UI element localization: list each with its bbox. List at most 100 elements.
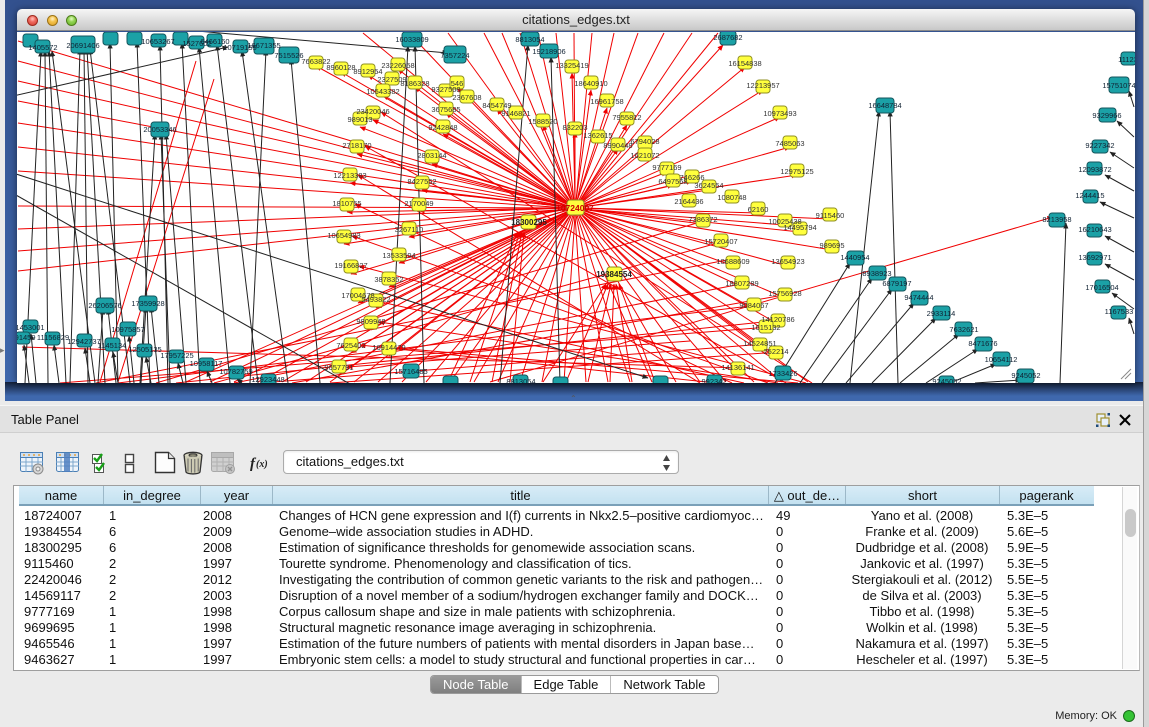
svg-text:23226058: 23226058 xyxy=(381,61,414,70)
svg-text:1453001: 1453001 xyxy=(17,323,45,332)
svg-text:3624554: 3624554 xyxy=(694,181,723,190)
svg-text:19166827: 19166827 xyxy=(334,261,367,270)
svg-text:10543382: 10543382 xyxy=(366,87,399,96)
svg-text:13654923: 13654923 xyxy=(771,257,804,266)
svg-text:10975857: 10975857 xyxy=(111,325,144,334)
svg-text:2170049: 2170049 xyxy=(404,199,433,208)
svg-text:(x): (x) xyxy=(256,459,268,470)
svg-text:1588520: 1588520 xyxy=(528,117,557,126)
svg-text:10654983: 10654983 xyxy=(327,231,360,240)
svg-text:2687682: 2687682 xyxy=(713,33,742,42)
svg-text:10782759: 10782759 xyxy=(219,367,252,376)
svg-text:1810755: 1810755 xyxy=(332,199,361,208)
svg-text:8990448: 8990448 xyxy=(603,141,632,150)
svg-text:12942737: 12942737 xyxy=(67,337,100,346)
svg-text:2803144: 2803144 xyxy=(417,151,446,160)
svg-text:3878352: 3878352 xyxy=(374,275,403,284)
svg-text:12213957: 12213957 xyxy=(746,81,779,90)
svg-text:9084067: 9084067 xyxy=(739,301,768,310)
svg-text:991459: 991459 xyxy=(17,333,36,342)
svg-text:11123: 11123 xyxy=(1118,55,1135,64)
svg-text:989013: 989013 xyxy=(347,115,372,124)
svg-text:15751074: 15751074 xyxy=(1102,81,1135,90)
svg-text:11156829: 11156829 xyxy=(37,333,69,342)
svg-text:1440954: 1440954 xyxy=(840,253,869,262)
svg-text:8938923: 8938923 xyxy=(862,269,891,278)
svg-text:15716485: 15716485 xyxy=(394,367,427,376)
svg-text:546: 546 xyxy=(451,79,464,88)
svg-text:7955812: 7955812 xyxy=(612,113,641,122)
svg-text:9146821: 9146821 xyxy=(501,109,530,118)
svg-text:8213958: 8213958 xyxy=(1042,215,1071,224)
svg-text:16033809: 16033809 xyxy=(395,35,428,44)
svg-text:989695: 989695 xyxy=(819,241,844,250)
svg-text:1167533: 1167533 xyxy=(1105,307,1134,316)
svg-text:1362615: 1362615 xyxy=(583,131,612,140)
svg-text:2164436: 2164436 xyxy=(674,197,703,206)
svg-text:16154838: 16154838 xyxy=(728,59,761,68)
svg-text:7386372: 7386372 xyxy=(688,215,717,224)
svg-text:8427552: 8427552 xyxy=(407,177,436,186)
svg-text:20691406: 20691406 xyxy=(66,41,99,50)
svg-text:1405572: 1405572 xyxy=(28,43,57,52)
svg-text:18640910: 18640910 xyxy=(574,79,607,88)
svg-text:1621072: 1621072 xyxy=(630,151,659,160)
svg-text:13325419: 13325419 xyxy=(555,61,588,70)
svg-text:12093872: 12093872 xyxy=(1078,165,1111,174)
svg-text:17359928: 17359928 xyxy=(131,299,164,308)
svg-text:7515526: 7515526 xyxy=(274,51,303,60)
svg-text:7625402: 7625402 xyxy=(336,341,365,350)
svg-text:10654112: 10654112 xyxy=(985,355,1018,364)
svg-text:1244415: 1244415 xyxy=(1075,191,1104,200)
svg-text:2718170: 2718170 xyxy=(342,141,371,150)
svg-text:15756928: 15756928 xyxy=(768,289,801,298)
svg-text:1080748: 1080748 xyxy=(717,193,746,202)
svg-text:16914479: 16914479 xyxy=(372,343,405,352)
svg-text:14495794: 14495794 xyxy=(783,223,816,232)
svg-text:252214: 252214 xyxy=(763,347,788,356)
svg-text:10958117: 10958117 xyxy=(190,359,223,368)
svg-text:26206576: 26206576 xyxy=(88,301,121,310)
svg-text:8471676: 8471676 xyxy=(968,339,997,348)
svg-text:10653267: 10653267 xyxy=(141,37,174,46)
svg-text:3267110: 3267110 xyxy=(395,225,424,234)
svg-text:6879197: 6879197 xyxy=(882,279,911,288)
svg-text:13692971: 13692971 xyxy=(1078,253,1111,262)
svg-text:8960128: 8960128 xyxy=(326,63,355,72)
svg-text:19384554: 19384554 xyxy=(596,270,632,279)
svg-text:7485063: 7485063 xyxy=(775,139,804,148)
svg-text:9115460: 9115460 xyxy=(816,211,845,220)
svg-text:19218906: 19218906 xyxy=(532,47,565,56)
svg-text:20053346: 20053346 xyxy=(143,125,176,134)
svg-text:9227342: 9227342 xyxy=(1085,141,1114,150)
svg-text:8813054: 8813054 xyxy=(506,377,535,383)
svg-text:12505135: 12505135 xyxy=(128,345,161,354)
svg-text:12213383: 12213383 xyxy=(333,171,366,180)
svg-text:6794028: 6794028 xyxy=(630,137,659,146)
svg-text:18807289: 18807289 xyxy=(725,279,758,288)
svg-text:1615132: 1615132 xyxy=(751,323,780,332)
svg-text:10688609: 10688609 xyxy=(716,257,749,266)
svg-text:17016504: 17016504 xyxy=(1085,283,1118,292)
svg-text:13533594: 13533594 xyxy=(382,251,415,260)
svg-text:16648784: 16648784 xyxy=(868,101,901,110)
svg-text:9809948: 9809948 xyxy=(356,317,385,326)
svg-text:18724007: 18724007 xyxy=(556,203,594,213)
svg-text:9657791: 9657791 xyxy=(324,363,353,372)
svg-text:9245052: 9245052 xyxy=(1011,371,1040,380)
svg-text:8186328: 8186328 xyxy=(400,79,429,88)
svg-text:16671355: 16671355 xyxy=(247,41,280,50)
svg-text:5493822: 5493822 xyxy=(361,295,390,304)
svg-text:15720407: 15720407 xyxy=(704,237,737,246)
svg-text:3675685: 3675685 xyxy=(431,105,460,114)
svg-text:9329966: 9329966 xyxy=(1092,111,1121,120)
svg-text:8813054: 8813054 xyxy=(515,35,544,44)
svg-text:12923448: 12923448 xyxy=(251,375,284,383)
svg-text:1733426: 1733426 xyxy=(768,369,797,378)
svg-text:2367608: 2367608 xyxy=(452,93,481,102)
svg-text:992342: 992342 xyxy=(701,377,726,383)
svg-text:9242848: 9242848 xyxy=(428,123,457,132)
svg-text:2933114: 2933114 xyxy=(927,309,956,318)
svg-text:1145134: 1145134 xyxy=(98,341,127,350)
svg-text:62160: 62160 xyxy=(748,205,769,214)
